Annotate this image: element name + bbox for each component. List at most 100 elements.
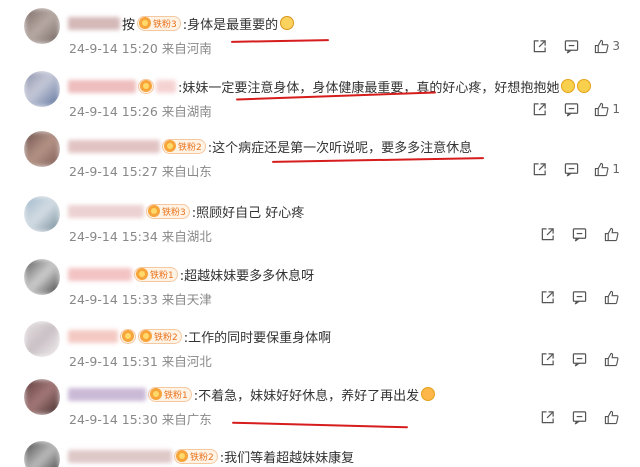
- username-blurred[interactable]: [68, 204, 144, 218]
- fan-badge[interactable]: 铁粉2: [162, 138, 206, 154]
- thumbs-up-icon: [595, 162, 609, 176]
- comment-actions: 1: [516, 101, 620, 117]
- fan-badge[interactable]: 铁粉1: [134, 266, 178, 282]
- username-blurred[interactable]: [68, 79, 136, 93]
- avatar[interactable]: [24, 259, 60, 295]
- thumbs-up-icon: [604, 227, 618, 241]
- fan-badge-icon: [139, 17, 152, 29]
- share-button[interactable]: [538, 351, 556, 367]
- comment-meta: 24-9-14 15:33 来自天津: [69, 289, 212, 308]
- comment-time: 24-9-14 15:20: [69, 41, 158, 56]
- fan-badge-icon-only[interactable]: [138, 78, 154, 94]
- thumbs-up-icon: [604, 410, 618, 424]
- comment-item: 铁粉1 :不着急，妹妹好好休息，养好了再出发 24-9-14 15:30 来自广东: [0, 379, 640, 442]
- fan-badge-icon: [176, 450, 188, 462]
- share-button[interactable]: [538, 289, 556, 305]
- comment-header: 铁粉1 :超越妹妹要多多休息呀: [68, 265, 315, 284]
- share-button[interactable]: [530, 101, 548, 117]
- fan-badge[interactable]: 铁粉2: [174, 448, 218, 464]
- comment-button[interactable]: [570, 226, 588, 242]
- like-count: 1: [612, 102, 620, 116]
- comment-item: 铁粉3 :照顾好自己 好心疼 24-9-14 15:34 来自湖北: [0, 196, 640, 259]
- comment-location: 来自湖北: [161, 229, 212, 244]
- username-blurred-tail: [156, 79, 176, 93]
- comment-location: 来自山东: [161, 164, 212, 179]
- comment-header: 铁粉3 :照顾好自己 好心疼: [68, 202, 305, 221]
- share-icon: [541, 290, 554, 303]
- comment-button[interactable]: [570, 351, 588, 367]
- like-button[interactable]: 1: [594, 101, 620, 117]
- username-blurred[interactable]: [68, 16, 120, 30]
- share-icon: [533, 162, 546, 175]
- like-button[interactable]: [602, 289, 620, 305]
- comment-text: :超越妹妹要多多休息呀: [179, 268, 315, 284]
- comment-time: 24-9-14 15:33: [69, 292, 158, 307]
- comment-button[interactable]: [562, 161, 580, 177]
- share-button[interactable]: [530, 38, 548, 54]
- comment-text: :不着急，妹妹好好休息，养好了再出发: [193, 388, 420, 404]
- avatar[interactable]: [24, 8, 60, 44]
- badge-label: 铁粉3: [153, 19, 177, 30]
- comment-actions: [524, 226, 620, 242]
- share-button[interactable]: [538, 226, 556, 242]
- comment-text: :照顾好自己 好心疼: [191, 205, 305, 221]
- comment-text: :这个病症还是第一次听说呢，要多多注意休息: [207, 140, 473, 156]
- comment-time: 24-9-14 15:31: [69, 354, 158, 369]
- username-blurred[interactable]: [68, 139, 160, 153]
- comment-icon: [572, 290, 586, 305]
- comment-button[interactable]: [562, 38, 580, 54]
- fan-badge[interactable]: 铁粉3: [137, 15, 181, 31]
- like-button[interactable]: 3: [594, 38, 620, 54]
- share-button[interactable]: [538, 409, 556, 425]
- comment-header: 按 铁粉3 :身体是最重要的: [68, 14, 295, 33]
- fan-badge[interactable]: 铁粉3: [146, 203, 190, 219]
- comment-header: :妹妹一定要注意身体，身体健康最重要，真的好心疼，好想抱抱她: [68, 77, 592, 96]
- comment-actions: 3: [516, 38, 620, 54]
- badge-label: 铁粉1: [164, 390, 188, 401]
- comment-icon: [564, 162, 579, 177]
- comment-location: 来自河南: [161, 41, 212, 56]
- username-blurred[interactable]: [68, 329, 118, 343]
- comment-button[interactable]: [570, 289, 588, 305]
- like-button[interactable]: [602, 351, 620, 367]
- badge-label: 铁粉2: [190, 452, 214, 463]
- fan-badge-icon: [164, 140, 176, 152]
- share-icon: [541, 410, 554, 423]
- like-button[interactable]: [602, 226, 620, 242]
- avatar[interactable]: [24, 196, 60, 232]
- comment-item: :妹妹一定要注意身体，身体健康最重要，真的好心疼，好想抱抱她 24-9-14 1…: [0, 71, 640, 134]
- share-icon: [541, 352, 554, 365]
- comment-item: 铁粉1 :超越妹妹要多多休息呀 24-9-14 15:33 来自天津: [0, 259, 640, 322]
- fan-badge[interactable]: 铁粉2: [138, 328, 182, 344]
- username-blurred[interactable]: [68, 267, 132, 281]
- avatar[interactable]: [24, 441, 60, 467]
- username-blurred[interactable]: [68, 449, 172, 463]
- avatar[interactable]: [24, 379, 60, 415]
- comment-actions: [524, 409, 620, 425]
- comment-location: 来自广东: [161, 412, 212, 427]
- thumbs-up-icon: [595, 39, 609, 53]
- hug-emoji-icon: [577, 79, 592, 93]
- comment-text: :妹妹一定要注意身体，身体健康最重要，真的好心疼，好想抱抱她: [178, 80, 560, 96]
- comment-time: 24-9-14 15:27: [69, 164, 158, 179]
- badge-label: 铁粉3: [162, 207, 186, 218]
- like-button[interactable]: [602, 409, 620, 425]
- avatar[interactable]: [24, 71, 60, 107]
- comment-meta: 24-9-14 15:26 来自湖南: [69, 101, 212, 120]
- avatar[interactable]: [24, 321, 60, 357]
- comment-button[interactable]: [562, 101, 580, 117]
- fan-badge-icon: [122, 330, 134, 342]
- username-blurred[interactable]: [68, 387, 146, 401]
- avatar[interactable]: [24, 131, 60, 167]
- fan-badge-icon-only[interactable]: [120, 328, 136, 344]
- comment-meta: 24-9-14 15:34 来自湖北: [69, 226, 212, 245]
- like-button[interactable]: 1: [594, 161, 620, 177]
- comment-item: 铁粉2 :这个病症还是第一次听说呢，要多多注意休息 24-9-14 15:27 来…: [0, 131, 640, 194]
- comment-location: 来自湖南: [161, 104, 212, 119]
- share-button[interactable]: [530, 161, 548, 177]
- fan-badge[interactable]: 铁粉1: [148, 386, 192, 402]
- comment-text: :工作的同时要保重身体啊: [183, 330, 332, 346]
- share-icon: [541, 227, 554, 240]
- comment-button[interactable]: [570, 409, 588, 425]
- comment-icon: [572, 410, 586, 425]
